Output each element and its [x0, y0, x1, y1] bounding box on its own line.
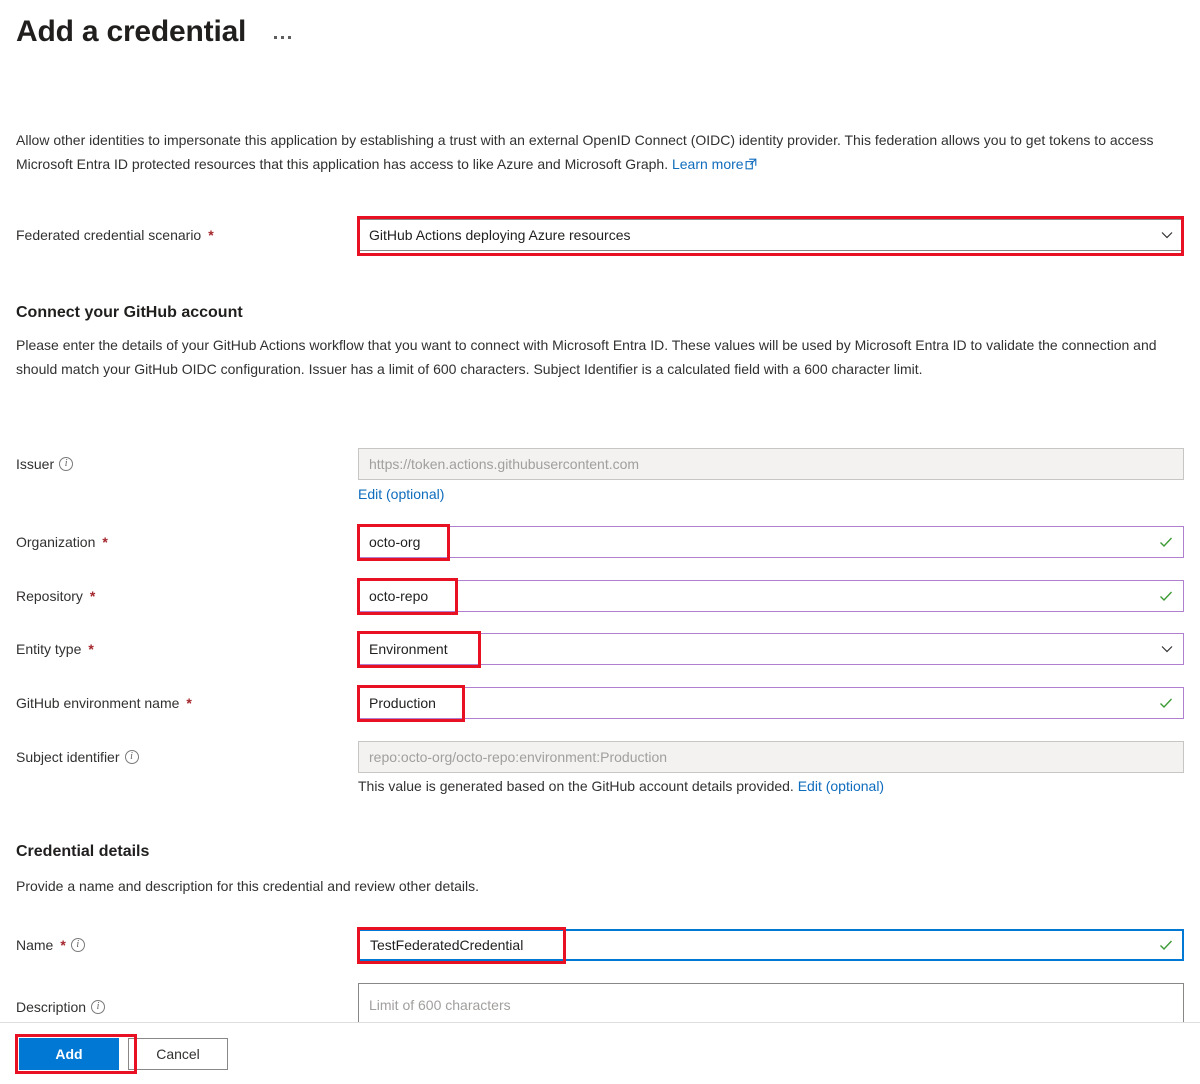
label-text: Subject identifier: [16, 747, 120, 767]
selected-value: GitHub Actions deploying Azure resources: [369, 220, 630, 250]
required-marker: *: [90, 586, 95, 606]
subject-identifier-edit-link[interactable]: Edit (optional): [798, 778, 884, 794]
name-value: TestFederatedCredential: [370, 930, 523, 960]
entity-type-value: Environment: [369, 634, 448, 664]
page-title: Add a credential: [16, 13, 246, 51]
repository-input[interactable]: octo-repo: [358, 580, 1184, 612]
environment-name-control: Production: [358, 687, 1184, 719]
federated-credential-scenario-label: Federated credential scenario *: [16, 225, 358, 245]
label-text: GitHub environment name: [16, 693, 179, 713]
intro-body: Allow other identities to impersonate th…: [16, 132, 1153, 172]
info-icon[interactable]: i: [91, 1000, 105, 1014]
organization-control: octo-org: [358, 526, 1184, 558]
cancel-button[interactable]: Cancel: [128, 1038, 228, 1070]
organization-label: Organization *: [16, 532, 358, 552]
name-control: TestFederatedCredential: [358, 929, 1184, 961]
issuer-label: Issuer i: [16, 454, 358, 474]
federated-credential-scenario-control: GitHub Actions deploying Azure resources: [358, 219, 1184, 251]
label-text: Name: [16, 935, 53, 955]
credential-details-heading: Credential details: [16, 841, 149, 863]
entity-type-row: Entity type * Environment: [16, 633, 1184, 665]
required-marker: *: [186, 693, 191, 713]
info-icon[interactable]: i: [125, 750, 139, 764]
repository-control: octo-repo: [358, 580, 1184, 612]
repository-label: Repository *: [16, 586, 358, 606]
add-button-wrap: Add: [19, 1038, 119, 1070]
helper-text: This value is generated based on the Git…: [358, 778, 798, 794]
issuer-control: https://token.actions.githubusercontent.…: [358, 448, 1184, 480]
name-row: Name * i TestFederatedCredential: [16, 929, 1184, 961]
organization-input[interactable]: octo-org: [358, 526, 1184, 558]
federated-credential-scenario-row: Federated credential scenario * GitHub Ac…: [16, 219, 1184, 251]
credential-details-description: Provide a name and description for this …: [16, 874, 1164, 898]
label-text: Description: [16, 997, 86, 1017]
footer-action-bar: Add Cancel: [0, 1022, 1200, 1084]
issuer-edit-link[interactable]: Edit (optional): [358, 486, 444, 502]
label-text: Federated credential scenario: [16, 225, 201, 245]
subject-identifier-control: repo:octo-org/octo-repo:environment:Prod…: [358, 741, 1184, 773]
subject-identifier-row: Subject identifier i repo:octo-org/octo-…: [16, 741, 1184, 773]
federated-credential-scenario-select[interactable]: GitHub Actions deploying Azure resources: [358, 219, 1184, 251]
add-button[interactable]: Add: [19, 1038, 119, 1070]
subject-identifier-input: repo:octo-org/octo-repo:environment:Prod…: [358, 741, 1184, 773]
issuer-edit-helper: Edit (optional): [358, 484, 444, 504]
label-text: Organization: [16, 532, 95, 552]
info-icon[interactable]: i: [59, 457, 73, 471]
label-text: Repository: [16, 586, 83, 606]
connect-github-description: Please enter the details of your GitHub …: [16, 333, 1164, 381]
description-label: Description i: [16, 997, 358, 1017]
repository-row: Repository * octo-repo: [16, 580, 1184, 612]
environment-name-row: GitHub environment name * Production: [16, 687, 1184, 719]
intro-text: Allow other identities to impersonate th…: [16, 128, 1161, 177]
issuer-value: https://token.actions.githubusercontent.…: [369, 449, 639, 479]
info-icon[interactable]: i: [71, 938, 85, 952]
connect-github-heading: Connect your GitHub account: [16, 302, 243, 324]
external-link-icon[interactable]: [745, 153, 757, 177]
entity-type-control: Environment: [358, 633, 1184, 665]
issuer-row: Issuer i https://token.actions.githubuse…: [16, 448, 1184, 480]
required-marker: *: [60, 935, 65, 955]
entity-type-select[interactable]: Environment: [358, 633, 1184, 665]
label-text: Entity type: [16, 639, 81, 659]
environment-name-input[interactable]: Production: [358, 687, 1184, 719]
issuer-input: https://token.actions.githubusercontent.…: [358, 448, 1184, 480]
organization-value: octo-org: [369, 527, 420, 557]
environment-name-label: GitHub environment name *: [16, 693, 358, 713]
required-marker: *: [208, 225, 213, 245]
description-placeholder: Limit of 600 characters: [369, 990, 511, 1020]
learn-more-link[interactable]: Learn more: [672, 156, 744, 172]
required-marker: *: [88, 639, 93, 659]
page-header: Add a credential: [0, 0, 1200, 56]
ellipsis-icon[interactable]: [270, 32, 295, 43]
name-input[interactable]: TestFederatedCredential: [358, 929, 1184, 961]
subject-identifier-label: Subject identifier i: [16, 747, 358, 767]
name-label: Name * i: [16, 935, 358, 955]
entity-type-label: Entity type *: [16, 639, 358, 659]
label-text: Issuer: [16, 454, 54, 474]
required-marker: *: [102, 532, 107, 552]
repository-value: octo-repo: [369, 581, 428, 611]
organization-row: Organization * octo-org: [16, 526, 1184, 558]
environment-name-value: Production: [369, 688, 436, 718]
subject-identifier-value: repo:octo-org/octo-repo:environment:Prod…: [369, 742, 667, 772]
subject-identifier-helper: This value is generated based on the Git…: [358, 776, 884, 796]
